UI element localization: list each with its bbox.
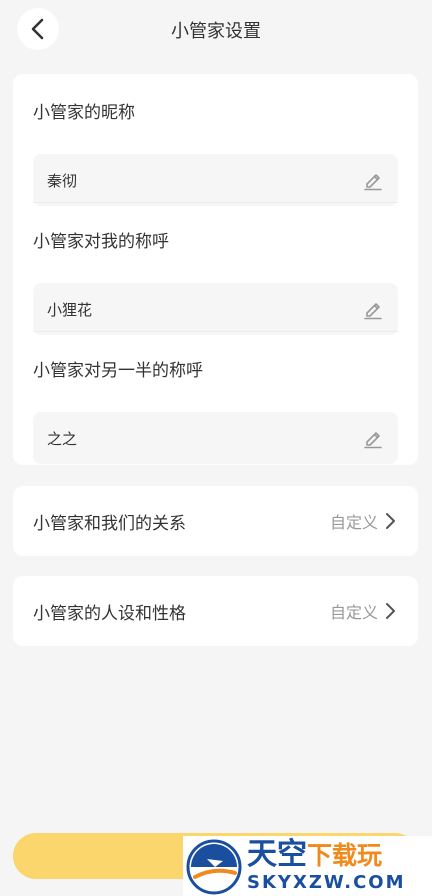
relationship-value: 自定义 bbox=[329, 513, 378, 532]
watermark: 天空下载玩 SKYXZW.COM bbox=[183, 836, 432, 896]
page-title: 小管家设置 bbox=[171, 21, 261, 42]
pencil-icon[interactable] bbox=[362, 169, 384, 191]
relationship-right: 自定义 bbox=[330, 509, 398, 533]
watermark-logo-icon bbox=[186, 839, 242, 895]
my-title-value: 小狸花 bbox=[47, 300, 93, 319]
header: 小管家设置 bbox=[0, 0, 432, 58]
persona-row[interactable]: 小管家的人设和性格 自定义 bbox=[13, 576, 418, 646]
partner-title-value: 之之 bbox=[47, 429, 78, 448]
nickname-value: 秦彻 bbox=[47, 171, 78, 190]
watermark-text: 天空下载玩 SKYXZW.COM bbox=[247, 836, 406, 894]
divider bbox=[33, 331, 398, 332]
pencil-icon[interactable] bbox=[362, 427, 384, 449]
watermark-title-part2: 下载玩 bbox=[307, 840, 383, 870]
watermark-title-part1: 天空 bbox=[247, 836, 307, 872]
nickname-input[interactable]: 秦彻 bbox=[33, 154, 398, 206]
divider bbox=[33, 202, 398, 203]
watermark-title: 天空下载玩 bbox=[247, 836, 406, 872]
nickname-label: 小管家的昵称 bbox=[33, 103, 135, 123]
chevron-right-icon bbox=[386, 513, 395, 529]
name-settings-card: 小管家的昵称 秦彻 小管家对我的称呼 小狸花 小管家对另一半的称呼 之之 bbox=[13, 74, 418, 465]
persona-value: 自定义 bbox=[329, 603, 378, 622]
partner-title-input[interactable]: 之之 bbox=[33, 412, 398, 464]
persona-right: 自定义 bbox=[330, 599, 398, 623]
my-title-label: 小管家对我的称呼 bbox=[33, 232, 169, 252]
my-title-input[interactable]: 小狸花 bbox=[33, 283, 398, 335]
watermark-subtitle: SKYXZW.COM bbox=[247, 871, 406, 893]
relationship-label: 小管家和我们的关系 bbox=[33, 513, 186, 534]
pencil-icon[interactable] bbox=[362, 298, 384, 320]
chevron-right-icon bbox=[386, 603, 395, 619]
partner-title-label: 小管家对另一半的称呼 bbox=[33, 361, 203, 381]
persona-label: 小管家的人设和性格 bbox=[33, 603, 186, 624]
relationship-row[interactable]: 小管家和我们的关系 自定义 bbox=[13, 486, 418, 556]
